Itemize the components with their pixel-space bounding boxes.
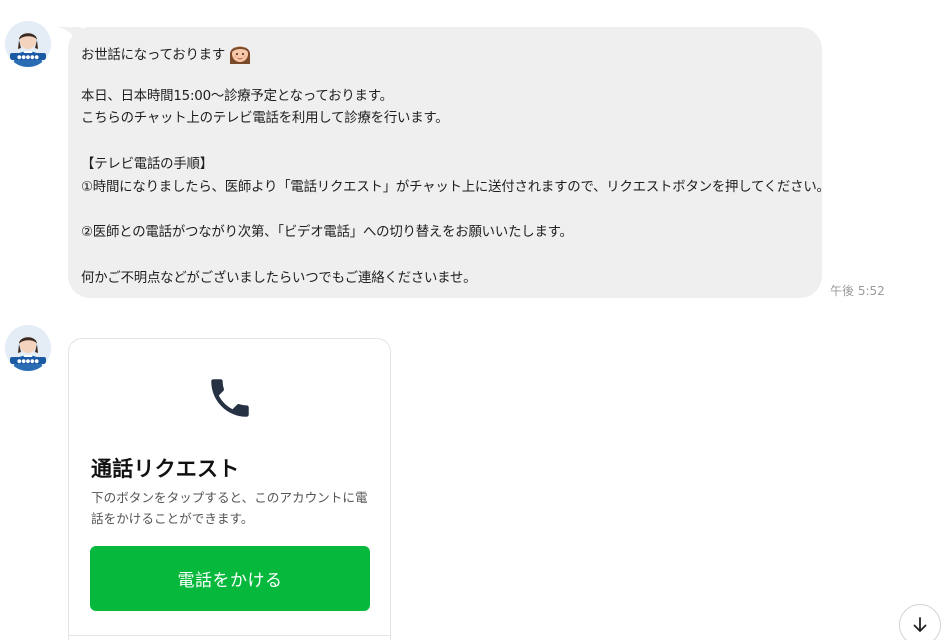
phone-icon — [211, 379, 249, 417]
arrow-down-icon — [913, 617, 927, 632]
woman-face-icon — [227, 40, 253, 75]
message-timestamp: 午後 5:52 — [830, 284, 885, 298]
avatar-image: ●●●●● — [5, 325, 51, 371]
sender-avatar[interactable]: ●●●●● — [5, 21, 51, 67]
message-line: お世話になっております — [81, 40, 822, 64]
scroll-to-bottom-button[interactable] — [899, 604, 941, 640]
sender-avatar[interactable]: ●●●●● — [5, 325, 51, 371]
call-request-card: 通話リクエスト 下のボタンをタップすると、このアカウントに電話をかけることができ… — [68, 338, 391, 640]
card-description: 下のボタンをタップすると、このアカウントに電話をかけることができます。 — [91, 490, 368, 526]
message-line: 何かご不明点などがございましたらいつでもご連絡くださいませ。 — [81, 270, 477, 286]
message-line: 本日、日本時間15:00〜診療予定となっております。 — [81, 88, 393, 104]
chat-view: ●●●●● お世話になっております 本日、日本時間15:00〜診療予定となってお… — [0, 0, 950, 640]
card-title: 通話リクエスト — [91, 457, 240, 481]
svg-text:●●●●●: ●●●●● — [17, 359, 39, 365]
call-button[interactable]: 電話をかける — [90, 546, 370, 611]
message-line: ②医師との電話がつながり次第、「ビデオ電話」への切り替えをお願いいたします。 — [81, 225, 573, 241]
message-line: 【テレビ電話の手順】 — [81, 156, 213, 172]
message-bubble[interactable]: お世話になっております 本日、日本時間15:00〜診療予定となっております。 こ… — [68, 27, 830, 298]
svg-text:●●●●●: ●●●●● — [17, 55, 39, 61]
message-line — [81, 63, 822, 86]
message-line — [81, 131, 822, 154]
message-line — [81, 245, 822, 268]
message-line — [81, 200, 822, 223]
avatar-image: ●●●●● — [5, 21, 51, 67]
message-line: ①時間になりましたら、医師より「電話リクエスト」がチャット上に送付されますので、… — [81, 179, 830, 195]
card-divider — [69, 635, 390, 636]
message-line: こちらのチャット上のテレビ電話を利用して診療を行います。 — [81, 111, 449, 127]
